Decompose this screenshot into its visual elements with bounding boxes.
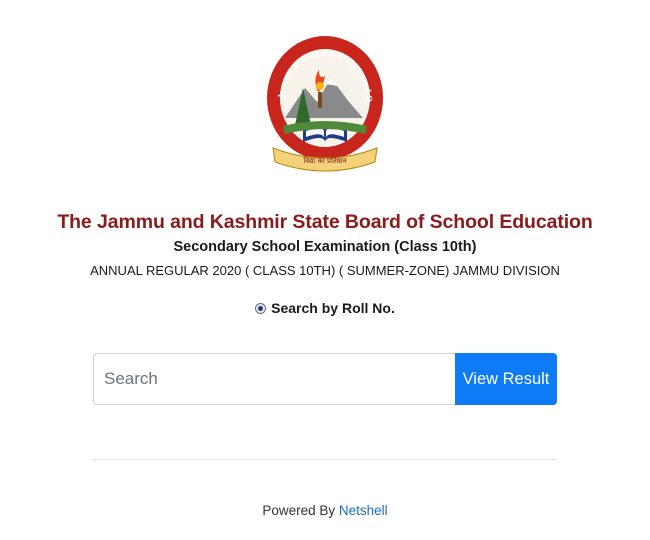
divider (93, 459, 557, 460)
netshell-link[interactable]: Netshell (339, 503, 388, 518)
footer-prefix: Powered By (262, 503, 339, 518)
search-mode-label[interactable]: Search by Roll No. (271, 300, 395, 316)
footer: Powered By Netshell (0, 503, 650, 518)
board-seal-emblem: Jammu & Kashmir State Board Of School Ed… (263, 30, 383, 172)
view-result-button[interactable]: View Result (455, 353, 557, 405)
board-logo: Jammu & Kashmir State Board Of School Ed… (263, 30, 387, 184)
search-input[interactable] (93, 353, 455, 405)
board-title: The Jammu and Kashmir State Board of Sch… (57, 211, 593, 233)
exam-title: Secondary School Examination (Class 10th… (173, 239, 477, 255)
search-form: View Result (93, 353, 557, 405)
search-by-roll-radio[interactable] (255, 302, 267, 314)
radio-selected-dot (258, 305, 264, 311)
search-mode-option[interactable]: Search by Roll No. (0, 300, 650, 316)
session-title: ANNUAL REGULAR 2020 ( CLASS 10TH) ( SUMM… (90, 263, 560, 278)
svg-text:विद्या का प्रतिष्ठान: विद्या का प्रतिष्ठान (303, 156, 346, 165)
